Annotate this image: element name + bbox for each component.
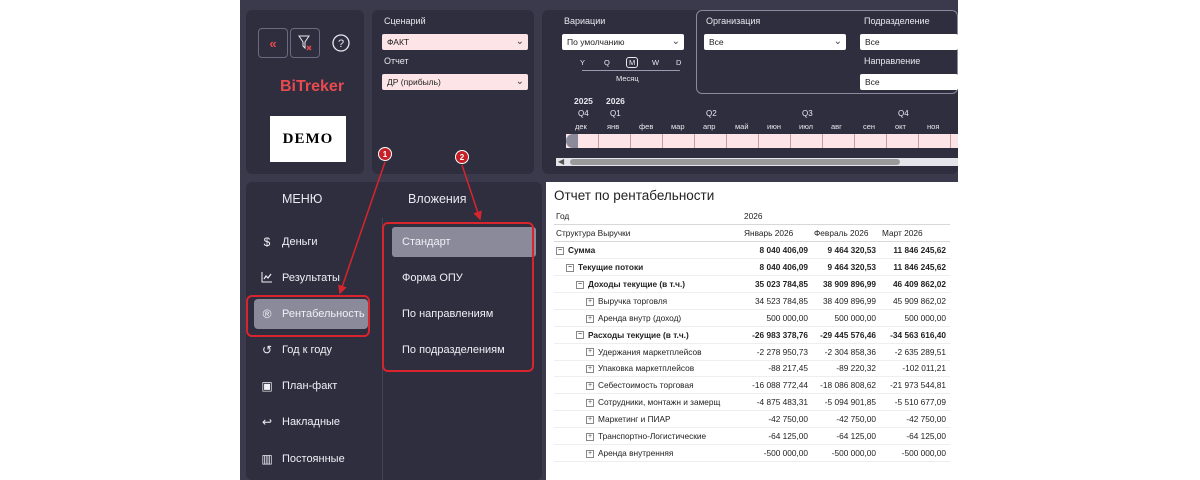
collapse-icon[interactable]: −	[566, 263, 574, 272]
table-row: + Упаковка маркетплейсов -88 217,45 -89 22…	[554, 360, 950, 378]
expand-icon[interactable]: +	[586, 415, 594, 424]
app-frame: « ? BiTreker DEMO Сценарий ФАКТ ⌄ Отчет …	[240, 0, 958, 480]
structure-label: Структура Выручки	[554, 224, 742, 243]
expand-icon[interactable]: +	[586, 449, 594, 458]
report-panel: Отчет по рентабельности Год 2026 Структу…	[546, 182, 958, 480]
table-row: − Сумма 8 040 406,09 9 464 320,53 11 846 24…	[554, 241, 950, 260]
collapse-icon[interactable]: −	[576, 280, 584, 289]
column-header[interactable]: Январь 2026	[742, 224, 812, 243]
table-row: − Текущие потоки 8 040 406,09 9 464 320,53…	[554, 258, 950, 277]
year-value: 2026	[742, 208, 812, 226]
table-row: + Удержания маркетплейсов -2 278 950,73 -2…	[554, 343, 950, 361]
collapse-icon[interactable]: −	[556, 247, 564, 256]
expand-icon[interactable]: +	[586, 348, 594, 357]
table-row: + Маркетинг и ПИАР -42 750,00 -42 750,00 -4…	[554, 410, 950, 429]
report-table: Год 2026 Структура Выручки Январь 2026 Ф…	[554, 208, 950, 462]
table-row: + Аренда внутр (доход) 500 000,00 500 000,…	[554, 309, 950, 327]
expand-icon[interactable]: +	[586, 399, 594, 408]
table-row: + Выручка торговля 34 523 784,85 38 409 89…	[554, 292, 950, 310]
table-header-row: Структура Выручки Январь 2026 Февраль 20…	[554, 224, 950, 243]
year-label: Год	[554, 208, 742, 226]
column-header[interactable]: Февраль 2026	[812, 224, 880, 243]
table-row: + Транспортно-Логистические -64 125,00 -64…	[554, 427, 950, 445]
table-row: + Себестоимость торговая -16 088 772,44 -1…	[554, 376, 950, 395]
table-row: + Аренда внутренняя -500 000,00 -500 000,0…	[554, 444, 950, 462]
expand-icon[interactable]: +	[586, 382, 594, 391]
expand-icon[interactable]: +	[586, 365, 594, 374]
column-header[interactable]: Март 2026	[880, 224, 950, 243]
expand-icon[interactable]: +	[586, 297, 594, 306]
expand-icon[interactable]: +	[586, 314, 594, 323]
expand-icon[interactable]: +	[586, 432, 594, 441]
table-row: + Сотрудники, монтажн и замерщ -4 875 483…	[554, 393, 950, 412]
collapse-icon[interactable]: −	[576, 331, 584, 340]
table-row: − Расходы текущие (в т.ч.) -26 983 378,76…	[554, 326, 950, 344]
report-title: Отчет по рентабельности	[554, 188, 715, 203]
table-header-row: Год 2026	[554, 208, 950, 226]
table-row: − Доходы текущие (в т.ч.) 35 023 784,85 38…	[554, 275, 950, 293]
